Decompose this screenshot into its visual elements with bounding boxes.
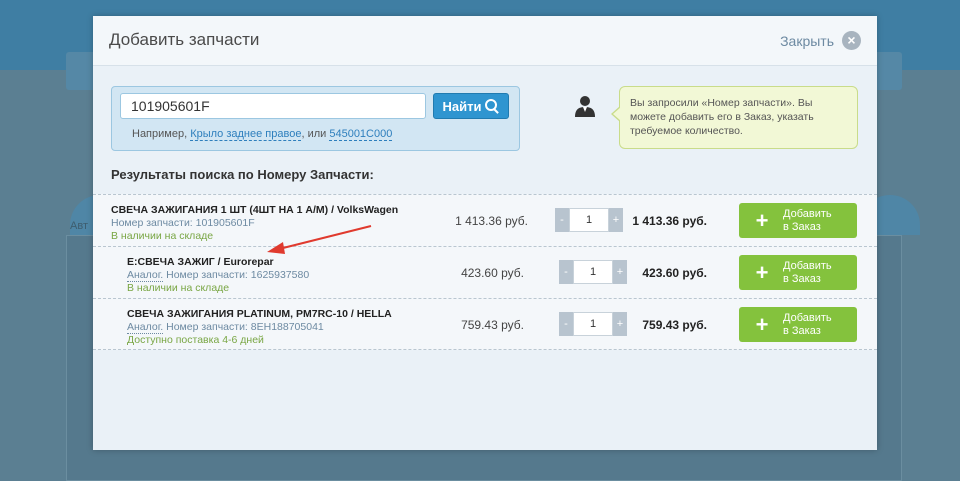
modal-header: Добавить запчасти Закрыть × (93, 16, 877, 66)
result-row: E:СВЕЧА ЗАЖИГ / Eurorepar Аналог. Номер … (93, 246, 877, 298)
add-to-order-label[interactable]: Добавить в Заказ (783, 260, 832, 286)
quantity-input[interactable] (573, 260, 613, 284)
search-icon[interactable] (485, 99, 499, 113)
plus-icon[interactable]: + (747, 307, 777, 342)
search-button[interactable]: Найти (433, 93, 509, 119)
decrement-button[interactable]: - (559, 312, 573, 336)
hint-prefix: Например, (132, 128, 188, 140)
add-to-order-label[interactable]: Добавить в Заказ (783, 312, 832, 338)
unit-price: 759.43 руб. (461, 318, 524, 332)
decrement-button[interactable]: - (559, 260, 573, 284)
unit-price: 1 413.36 руб. (455, 214, 528, 228)
search-button-label[interactable]: Найти (443, 99, 482, 114)
hint-or: , или (301, 128, 327, 140)
modal-title: Добавить запчасти (109, 30, 260, 49)
unit-price: 423.60 руб. (461, 266, 524, 280)
row-total: 759.43 руб. (642, 318, 707, 332)
quantity-input[interactable] (569, 208, 609, 232)
hint-example-link-2[interactable]: 545001C000 (329, 128, 393, 141)
part-name: E:СВЕЧА ЗАЖИГ / Eurorepar (127, 256, 274, 268)
background-text: Авт (70, 220, 88, 232)
tip-message: Вы запросили «Номер запчасти». Вы можете… (619, 86, 858, 149)
add-to-order-label[interactable]: Добавить в Заказ (783, 208, 832, 234)
result-row: СВЕЧА ЗАЖИГАНИЯ PLATINUM, PM7RC-10 / HEL… (93, 298, 877, 350)
part-number-input[interactable] (120, 93, 426, 119)
add-to-order-button[interactable]: + Добавить в Заказ (739, 255, 857, 290)
analog-link[interactable]: Аналог. (127, 269, 164, 282)
availability: В наличии на складе (111, 230, 214, 242)
part-number: Аналог. Номер запчасти: 8EH188705041 (127, 321, 324, 334)
search-hint: Например, Крыло заднее правое, или 54500… (132, 128, 393, 141)
close-icon[interactable]: × (842, 31, 861, 50)
availability: В наличии на складе (127, 282, 230, 294)
add-to-order-button[interactable]: + Добавить в Заказ (739, 203, 857, 238)
tip-arrow-inner (613, 107, 621, 121)
quantity-input[interactable] (573, 312, 613, 336)
results-title: Результаты поиска по Номеру Запчасти: (111, 167, 374, 182)
result-row: СВЕЧА ЗАЖИГАНИЯ 1 ШТ (4ШТ НА 1 А/М) / Vo… (93, 194, 877, 246)
decrement-button[interactable]: - (555, 208, 569, 232)
hint-example-link-1[interactable]: Крыло заднее правое (190, 128, 302, 141)
user-icon (575, 96, 595, 117)
results-list: СВЕЧА ЗАЖИГАНИЯ 1 ШТ (4ШТ НА 1 А/М) / Vo… (93, 194, 877, 350)
close-label[interactable]: Закрыть (780, 33, 834, 49)
quantity-stepper[interactable]: - + (555, 208, 623, 232)
plus-icon[interactable]: + (747, 203, 777, 238)
add-parts-modal: Добавить запчасти Закрыть × Найти Наприм… (93, 16, 877, 450)
add-to-order-button[interactable]: + Добавить в Заказ (739, 307, 857, 342)
close-button[interactable]: Закрыть × (780, 31, 861, 50)
part-number: Аналог. Номер запчасти: 1625937580 (127, 269, 310, 282)
part-number: Номер запчасти: 101905601F (111, 217, 255, 229)
availability: Доступно поставка 4-6 дней (127, 334, 264, 346)
search-panel: Найти Например, Крыло заднее правое, или… (111, 86, 520, 151)
row-total: 1 413.36 руб. (632, 214, 707, 228)
part-name: СВЕЧА ЗАЖИГАНИЯ PLATINUM, PM7RC-10 / HEL… (127, 308, 392, 320)
analog-link[interactable]: Аналог. (127, 321, 164, 334)
part-name: СВЕЧА ЗАЖИГАНИЯ 1 ШТ (4ШТ НА 1 А/М) / Vo… (111, 204, 399, 216)
row-total: 423.60 руб. (642, 266, 707, 280)
plus-icon[interactable]: + (747, 255, 777, 290)
